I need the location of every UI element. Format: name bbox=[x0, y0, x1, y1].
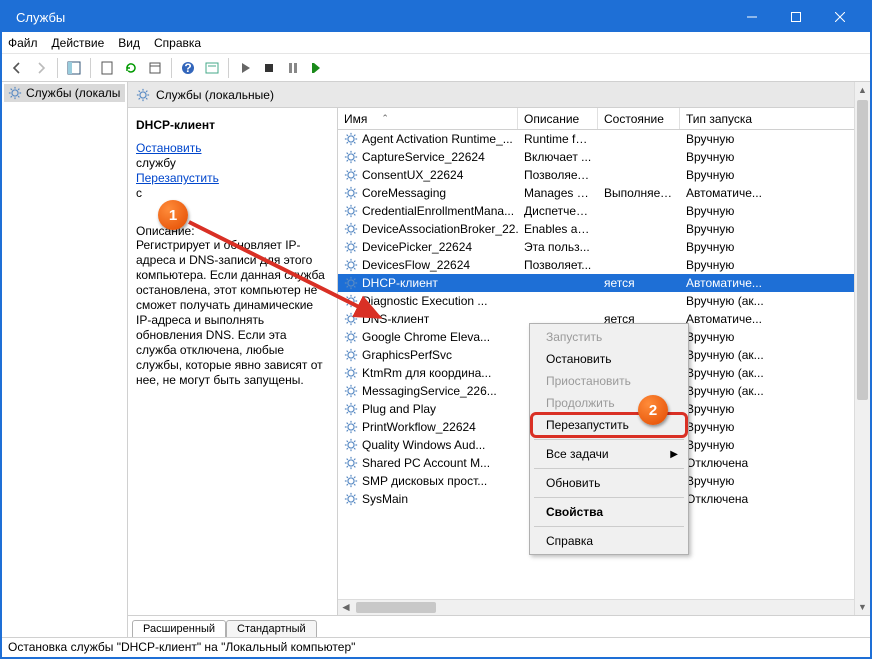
status-bar: Остановка службы "DHCP-клиент" на "Локал… bbox=[2, 637, 870, 657]
maximize-button[interactable] bbox=[774, 2, 818, 32]
tree-root[interactable]: Службы (локалы bbox=[4, 84, 125, 102]
services-pane: Службы (локальные) DHCP-клиент Остановит… bbox=[128, 82, 870, 637]
table-row[interactable]: DevicePicker_22624Эта польз...Вручную bbox=[338, 238, 870, 256]
pause-service-button[interactable] bbox=[282, 57, 304, 79]
selected-service-name: DHCP-клиент bbox=[136, 118, 329, 132]
menu-help[interactable]: Справка bbox=[154, 36, 201, 50]
table-row[interactable]: DevicesFlow_22624Позволяет...Вручную bbox=[338, 256, 870, 274]
context-приостановить: Приостановить bbox=[532, 370, 686, 392]
menu-bar: Файл Действие Вид Справка bbox=[2, 32, 870, 54]
column-headers: Имя⌃ Описание Состояние Тип запуска bbox=[338, 108, 870, 130]
context-обновить[interactable]: Обновить bbox=[532, 472, 686, 494]
menu-separator bbox=[534, 497, 684, 498]
table-row[interactable]: CoreMessagingManages c...ВыполняетсяАвто… bbox=[338, 184, 870, 202]
marker-2: 2 bbox=[638, 395, 668, 425]
panel-header: Службы (локальные) bbox=[128, 82, 870, 108]
restart-service-button[interactable] bbox=[306, 57, 328, 79]
show-hide-tree-button[interactable] bbox=[63, 57, 85, 79]
menu-separator bbox=[534, 526, 684, 527]
col-start[interactable]: Тип запуска bbox=[680, 108, 870, 129]
context-остановить[interactable]: Остановить bbox=[532, 348, 686, 370]
context-все-задачи[interactable]: Все задачи▶ bbox=[532, 443, 686, 465]
col-state[interactable]: Состояние bbox=[598, 108, 680, 129]
start-service-button[interactable] bbox=[234, 57, 256, 79]
col-name[interactable]: Имя⌃ bbox=[338, 108, 518, 129]
detail-column: DHCP-клиент Остановить службу Перезапуст… bbox=[128, 108, 338, 615]
arrow-icon bbox=[184, 217, 394, 332]
properties-button[interactable] bbox=[144, 57, 166, 79]
stop-link[interactable]: Остановить bbox=[136, 140, 329, 156]
horizontal-scrollbar[interactable]: ◄ ► bbox=[338, 599, 870, 615]
restart-link[interactable]: Перезапустить bbox=[136, 170, 329, 186]
marker-1: 1 bbox=[158, 200, 188, 230]
title-bar: Службы bbox=[2, 2, 870, 32]
table-row[interactable]: DeviceAssociationBroker_22...Enables ap.… bbox=[338, 220, 870, 238]
panel-title: Службы (локальные) bbox=[156, 88, 274, 102]
tab-standard[interactable]: Стандартный bbox=[226, 620, 317, 637]
tab-extended[interactable]: Расширенный bbox=[132, 620, 226, 637]
minimize-button[interactable] bbox=[730, 2, 774, 32]
filter-button[interactable] bbox=[201, 57, 223, 79]
vertical-scrollbar[interactable]: ▲ ▼ bbox=[854, 82, 870, 615]
table-row[interactable]: Diagnostic Execution ...Вручную (ак... bbox=[338, 292, 870, 310]
context-справка[interactable]: Справка bbox=[532, 530, 686, 552]
back-button[interactable] bbox=[6, 57, 28, 79]
close-button[interactable] bbox=[818, 2, 862, 32]
table-row[interactable]: Agent Activation Runtime_...Runtime fo..… bbox=[338, 130, 870, 148]
menu-view[interactable]: Вид bbox=[118, 36, 140, 50]
context-menu: ЗапуститьОстановитьПриостановитьПродолжи… bbox=[529, 323, 689, 555]
forward-button[interactable] bbox=[30, 57, 52, 79]
table-row[interactable]: CaptureService_22624Включает ...Вручную bbox=[338, 148, 870, 166]
refresh-button[interactable] bbox=[120, 57, 142, 79]
tree-root-label: Службы (локалы bbox=[26, 86, 120, 100]
menu-separator bbox=[534, 439, 684, 440]
help-button[interactable]: ? bbox=[177, 57, 199, 79]
table-row[interactable]: CredentialEnrollmentMana...Диспетчер...В… bbox=[338, 202, 870, 220]
context-свойства[interactable]: Свойства bbox=[532, 501, 686, 523]
stop-service-button[interactable] bbox=[258, 57, 280, 79]
context-запустить: Запустить bbox=[532, 326, 686, 348]
menu-file[interactable]: Файл bbox=[8, 36, 38, 50]
toolbar: ? bbox=[2, 54, 870, 82]
table-row[interactable]: ConsentUX_22624Позволяет ...Вручную bbox=[338, 166, 870, 184]
tree-pane: Службы (локалы bbox=[2, 82, 128, 637]
menu-action[interactable]: Действие bbox=[52, 36, 105, 50]
view-tabs: Расширенный Стандартный bbox=[128, 615, 870, 637]
export-button[interactable] bbox=[96, 57, 118, 79]
menu-separator bbox=[534, 468, 684, 469]
window-title: Службы bbox=[16, 10, 730, 25]
svg-text:?: ? bbox=[184, 61, 191, 75]
col-desc[interactable]: Описание bbox=[518, 108, 598, 129]
table-row[interactable]: DHCP-клиентяетсяАвтоматиче... bbox=[338, 274, 870, 292]
